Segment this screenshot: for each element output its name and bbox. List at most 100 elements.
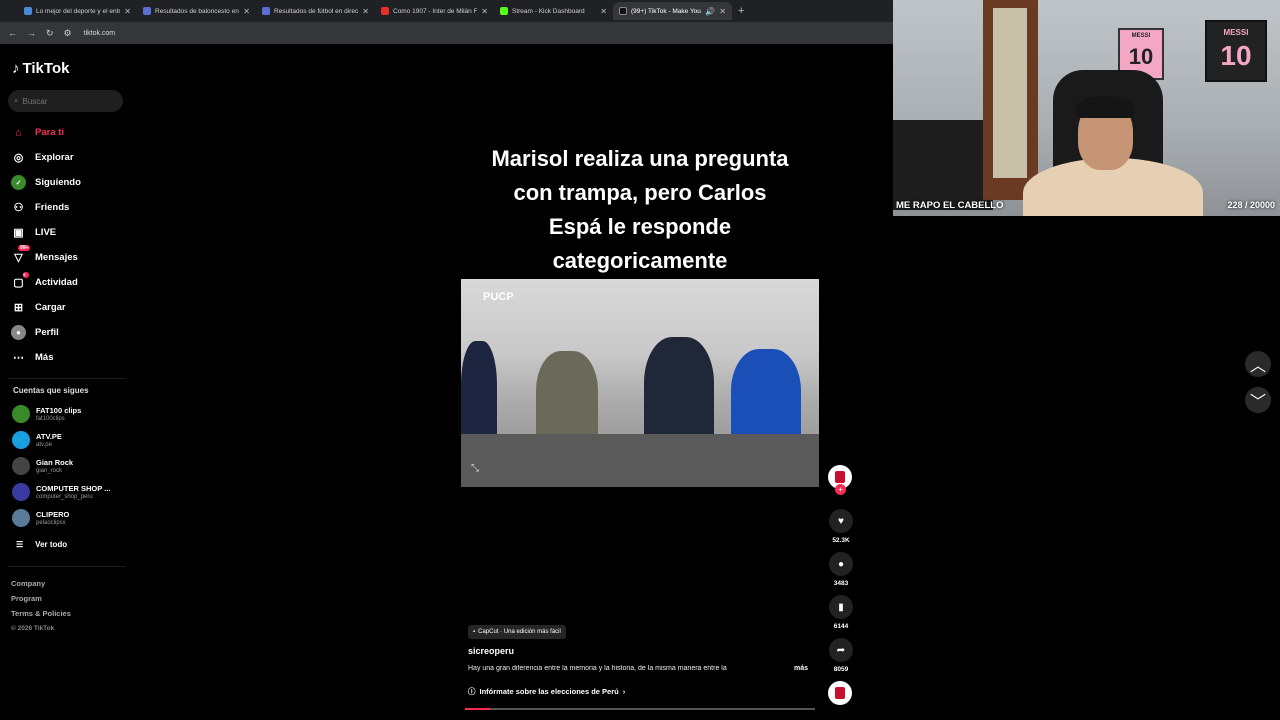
- activity-icon: ▢ 5: [11, 272, 29, 290]
- nav-item-siguiendo[interactable]: ✓ Siguiendo: [11, 170, 126, 195]
- compass-icon: ◎: [13, 152, 24, 164]
- following-item[interactable]: ATV.PE atv.pe: [12, 427, 122, 453]
- new-tab-button[interactable]: +: [738, 5, 744, 17]
- video-author[interactable]: sicreoperu: [468, 646, 514, 656]
- account-name: Gian Rock: [36, 457, 74, 467]
- more-link[interactable]: más: [794, 665, 808, 672]
- close-tab-icon[interactable]: ✕: [243, 7, 250, 16]
- caption-line: categoricamente: [552, 248, 728, 273]
- sidebar: ♪ TikTok ⌕ Buscar ⌂ Para ti ◎ Explorar ✓…: [0, 44, 130, 720]
- url-field[interactable]: tiktok.com: [84, 30, 116, 37]
- nav-item-actividad[interactable]: ▢ 5 Actividad: [11, 270, 126, 295]
- tab-title: Stream - Kick Dashboard: [512, 7, 585, 15]
- nav-item-mas[interactable]: ⋯ Más: [11, 345, 126, 370]
- nav-item-para-ti[interactable]: ⌂ Para ti: [11, 120, 126, 145]
- door-panel: [993, 8, 1027, 178]
- nav-label: Más: [35, 352, 54, 363]
- follow-plus-icon[interactable]: +: [835, 484, 846, 495]
- creator-avatar[interactable]: +: [828, 465, 852, 495]
- browser-tab[interactable]: Resultados de fútbol en directo ✕: [256, 2, 375, 20]
- browser-tab-active[interactable]: (99+) TikTok - Make Your D 🔊 ✕: [613, 2, 732, 20]
- capcut-tag[interactable]: ▪ CapCut · Una edición más fácil: [468, 625, 566, 639]
- video-player[interactable]: Marisol realiza una pregunta con trampa,…: [461, 130, 819, 710]
- site-info-icon[interactable]: ⚙: [64, 28, 72, 39]
- close-tab-icon[interactable]: ✕: [124, 7, 131, 16]
- tab-title: Resultados de baloncesto en di: [155, 7, 240, 15]
- tiktok-note-icon: ♪: [12, 60, 20, 77]
- account-handle: atv.pe: [36, 441, 52, 448]
- tab-title: (99+) TikTok - Make Your D: [631, 7, 701, 15]
- chevron-down-icon: ﹀: [1249, 394, 1266, 411]
- expand-icon[interactable]: ⤡: [471, 463, 479, 474]
- sidebar-footer: Company Program Terms & Policies © 2026 …: [11, 576, 71, 636]
- nav-item-perfil[interactable]: ● Perfil: [11, 320, 126, 345]
- video-progress-bar[interactable]: [465, 708, 815, 710]
- speaker-icon[interactable]: 🔊: [705, 7, 715, 16]
- tab-title: Lo mejor del deporte y el entre: [36, 7, 121, 15]
- nav-item-explorar[interactable]: ◎ Explorar: [11, 145, 126, 170]
- following-list: FAT100 clips fat100clips ATV.PE atv.pe Gia…: [12, 401, 122, 557]
- live-icon: ▣: [13, 227, 24, 239]
- footer-link-program[interactable]: Program: [11, 591, 71, 606]
- video-frame: PUCP ⤡: [461, 279, 819, 487]
- reload-icon[interactable]: ↻: [46, 28, 54, 39]
- following-item[interactable]: FAT100 clips fat100clips: [12, 401, 122, 427]
- close-tab-icon[interactable]: ✕: [481, 7, 488, 16]
- bookmark-icon: ▮: [829, 595, 853, 619]
- save-button[interactable]: ▮ 6144: [828, 595, 854, 630]
- following-item[interactable]: CLIPERO pelaoclipsx: [12, 505, 122, 531]
- search-icon: ⌕: [14, 96, 19, 105]
- chevron-right-icon: ›: [622, 687, 626, 696]
- tab-favicon: [500, 7, 508, 15]
- frame-number: 10: [1128, 44, 1154, 69]
- previous-video-button[interactable]: ︿: [1245, 351, 1271, 377]
- account-name: ATV.PE: [36, 431, 62, 441]
- save-count: 6144: [833, 623, 849, 630]
- stream-goal-title: ME RAPO EL CABELLO: [896, 200, 1004, 211]
- nav-label: Cargar: [35, 302, 66, 313]
- browser-tab[interactable]: Lo mejor del deporte y el entre ✕: [18, 2, 137, 20]
- following-icon: ✓: [11, 175, 26, 190]
- see-all-link[interactable]: ☰ Ver todo: [12, 531, 122, 557]
- close-tab-icon[interactable]: ✕: [362, 7, 369, 16]
- video-caption: Marisol realiza una pregunta con trampa,…: [461, 142, 819, 278]
- comment-button[interactable]: ● 3483: [828, 552, 854, 587]
- share-button[interactable]: ➦ 8059: [828, 638, 854, 673]
- following-item[interactable]: COMPUTER SHOP ... computer_shop_peru: [12, 479, 122, 505]
- frame-name: MESSI: [1223, 28, 1249, 37]
- search-input[interactable]: ⌕ Buscar: [8, 90, 123, 112]
- browser-tab[interactable]: Como 1907 - Inter de Milán Fú ✕: [375, 2, 494, 20]
- back-icon[interactable]: ←: [8, 28, 17, 38]
- tiktok-logo[interactable]: ♪ TikTok: [12, 60, 69, 77]
- tab-favicon: [24, 7, 32, 15]
- nav-label: LIVE: [35, 227, 57, 238]
- account-name: COMPUTER SHOP ...: [36, 483, 111, 493]
- nav-item-friends[interactable]: ⚇ Friends: [11, 195, 126, 220]
- following-item[interactable]: Gian Rock gian_rock: [12, 453, 122, 479]
- footer-link-company[interactable]: Company: [11, 576, 71, 591]
- like-button[interactable]: ♥ 52.3K: [828, 509, 854, 544]
- footer-link-terms[interactable]: Terms & Policies: [11, 606, 71, 621]
- nav-label: Perfil: [35, 327, 59, 338]
- following-section-title: Cuentas que sigues: [13, 386, 89, 395]
- chevron-up-icon: ︿: [1249, 358, 1266, 375]
- nav-item-cargar[interactable]: ⊞ Cargar: [11, 295, 126, 320]
- nav-item-mensajes[interactable]: ▽ 99+ Mensajes: [11, 245, 126, 270]
- close-tab-icon[interactable]: ✕: [719, 7, 726, 16]
- list-icon: ☰: [16, 539, 24, 549]
- copyright: © 2026 TikTok: [11, 625, 55, 632]
- close-tab-icon[interactable]: ✕: [600, 7, 607, 16]
- browser-tab[interactable]: Stream - Kick Dashboard ✕: [494, 2, 613, 20]
- nav-item-live[interactable]: ▣ LIVE: [11, 220, 126, 245]
- forward-icon[interactable]: →: [27, 28, 36, 38]
- progress-fill: [465, 708, 490, 710]
- sound-disc[interactable]: [828, 681, 852, 705]
- elections-info-link[interactable]: ⓘ Infórmate sobre las elecciones de Perú…: [468, 686, 625, 697]
- main-nav: ⌂ Para ti ◎ Explorar ✓ Siguiendo ⚇ Frien…: [11, 120, 126, 370]
- frame-number: 10: [1220, 40, 1252, 71]
- jersey-frame: MESSI 10: [1205, 20, 1267, 82]
- browser-tab[interactable]: Resultados de baloncesto en di ✕: [137, 2, 256, 20]
- tab-favicon: [381, 7, 389, 15]
- next-video-button[interactable]: ﹀: [1245, 387, 1271, 413]
- sofa: [893, 120, 993, 210]
